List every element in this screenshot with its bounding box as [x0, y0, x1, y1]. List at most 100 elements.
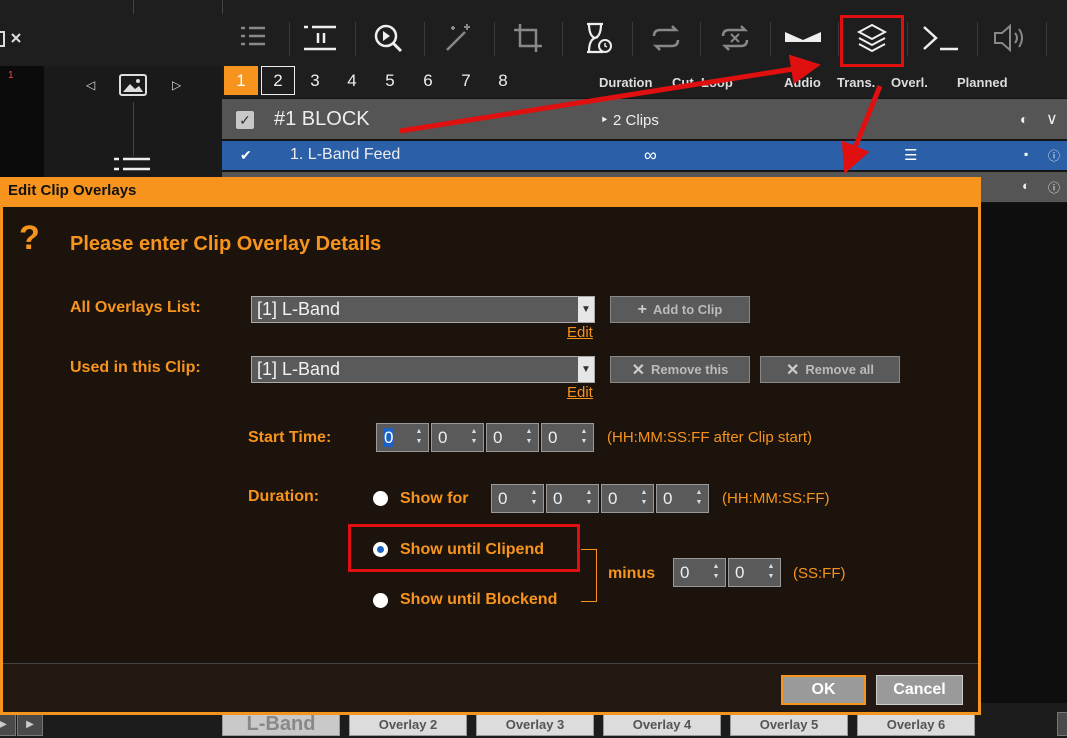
search-icon[interactable]: [370, 20, 406, 56]
remove-this-button[interactable]: ✕ Remove this: [610, 356, 750, 383]
show-until-clipend-label[interactable]: Show until Clipend: [400, 541, 544, 559]
crop-icon[interactable]: [510, 20, 546, 56]
page-tab-8[interactable]: 8: [486, 66, 520, 95]
page-tab-5[interactable]: 5: [373, 66, 407, 95]
overlay-button-5[interactable]: Overlay 5: [730, 712, 848, 736]
spinner-arrows-icon[interactable]: ▲ ▼: [711, 562, 721, 582]
spinner-arrows-icon[interactable]: ▲ ▼: [766, 562, 776, 582]
column-planned[interactable]: Planned: [957, 75, 1008, 90]
half-circle-icon[interactable]: ◐: [1022, 178, 1030, 193]
loop-icon[interactable]: [648, 20, 684, 56]
pause-list-icon[interactable]: [302, 20, 338, 56]
dialog-body: ? Please enter Clip Overlay Details All …: [3, 207, 978, 712]
mute-icon[interactable]: [0, 24, 26, 54]
column-duration[interactable]: Duration: [599, 75, 652, 90]
all-overlays-select[interactable]: [1] L-Band ▼: [251, 296, 595, 323]
column-cut[interactable]: Cut: [672, 75, 694, 90]
minus-seconds[interactable]: 0 ▲ ▼: [673, 558, 726, 587]
start-time-hours[interactable]: 0 ▲ ▼: [376, 423, 429, 452]
ok-button[interactable]: OK: [781, 675, 866, 705]
minus-hint: (SS:FF): [793, 565, 846, 582]
column-audio[interactable]: Audio: [784, 75, 821, 90]
show-until-blockend-radio[interactable]: [373, 593, 388, 608]
block-row[interactable]: ✓ #1 BLOCK ‣ 2 Clips ◐ ∨: [222, 99, 1067, 139]
show-for-label[interactable]: Show for: [400, 490, 468, 508]
start-time-minutes[interactable]: 0 ▲ ▼: [431, 423, 484, 452]
info-icon[interactable]: ⓘ: [1048, 179, 1060, 196]
edit-used-link[interactable]: Edit: [567, 384, 593, 401]
layers-highlight: [840, 15, 904, 67]
spinner-arrows-icon[interactable]: ▲ ▼: [524, 427, 534, 447]
overlay-button-3[interactable]: Overlay 3: [476, 712, 594, 736]
spinner-arrows-icon[interactable]: ▲ ▼: [584, 488, 594, 508]
minus-frames[interactable]: 0 ▲ ▼: [728, 558, 781, 587]
chevron-down-icon[interactable]: ▼: [578, 297, 594, 322]
overlay-button-4[interactable]: Overlay 4: [603, 712, 721, 736]
edit-overlays-link[interactable]: Edit: [567, 324, 593, 341]
overlay-button-1[interactable]: L-Band: [222, 712, 340, 736]
spinner-arrows-icon[interactable]: ▲ ▼: [414, 427, 424, 447]
transition-icon[interactable]: [785, 20, 821, 56]
overlay-button-2[interactable]: Overlay 2: [349, 712, 467, 736]
spinner-arrows-icon[interactable]: ▲ ▼: [694, 488, 704, 508]
shuffle-off-icon[interactable]: [717, 20, 753, 56]
page-tabs: 1 2 3 4 5 6 7 8 Duration Cut Loop Audio …: [222, 66, 1067, 98]
prev-button[interactable]: ▶: [0, 712, 16, 736]
remove-all-button[interactable]: ✕ Remove all: [760, 356, 900, 383]
show-for-minutes[interactable]: 0 ▲ ▼: [546, 484, 599, 513]
magic-wand-icon[interactable]: [441, 20, 477, 56]
list-icon[interactable]: [234, 20, 270, 56]
column-overl[interactable]: Overl.: [891, 75, 928, 90]
page-tab-1[interactable]: 1: [224, 66, 258, 95]
question-icon: ?: [19, 219, 40, 257]
block-clip-count[interactable]: ‣ 2 Clips: [600, 111, 659, 129]
start-time-label: Start Time:: [248, 429, 332, 446]
show-for-seconds[interactable]: 0 ▲ ▼: [601, 484, 654, 513]
dialog-footer: OK Cancel: [3, 663, 978, 712]
volume-icon[interactable]: [992, 20, 1028, 56]
play-button[interactable]: ▶: [17, 712, 43, 736]
toolbar-separator: [222, 0, 223, 14]
add-to-clip-button[interactable]: + Add to Clip: [610, 296, 750, 323]
show-until-blockend-label[interactable]: Show until Blockend: [400, 591, 557, 609]
page-tab-3[interactable]: 3: [298, 66, 332, 95]
show-for-radio[interactable]: [373, 491, 388, 506]
page-tab-2[interactable]: 2: [261, 66, 295, 95]
next-icon[interactable]: ▷: [172, 78, 181, 92]
page-tab-6[interactable]: 6: [411, 66, 445, 95]
prev-icon[interactable]: ◁: [86, 78, 95, 92]
overlay-button-6[interactable]: Overlay 6: [857, 712, 975, 736]
toolbar-divider: [494, 22, 495, 56]
next-button[interactable]: [1057, 712, 1067, 736]
start-time-frames[interactable]: 0 ▲ ▼: [541, 423, 594, 452]
used-in-clip-select[interactable]: [1] L-Band ▼: [251, 356, 595, 383]
spinner-arrows-icon[interactable]: ▲ ▼: [529, 488, 539, 508]
column-trans[interactable]: Trans.: [837, 75, 875, 90]
spinner-arrows-icon[interactable]: ▲ ▼: [639, 488, 649, 508]
page-tab-4[interactable]: 4: [335, 66, 369, 95]
column-loop[interactable]: Loop: [701, 75, 733, 90]
minus-seconds-value: 0: [680, 563, 690, 582]
start-time-seconds[interactable]: 0 ▲ ▼: [486, 423, 539, 452]
cancel-button[interactable]: Cancel: [876, 675, 963, 705]
spinner-arrows-icon[interactable]: ▲ ▼: [469, 427, 479, 447]
info-icon[interactable]: ⓘ: [1048, 147, 1060, 164]
chevron-down-icon[interactable]: ▼: [578, 357, 594, 382]
square-icon[interactable]: ▪: [1024, 147, 1028, 161]
toolbar-divider: [977, 22, 978, 56]
terminal-icon[interactable]: [922, 20, 958, 56]
overlay-menu-icon[interactable]: ☰: [904, 146, 917, 164]
block-checkbox[interactable]: ✓: [236, 111, 254, 129]
show-until-clipend-radio[interactable]: [373, 542, 388, 557]
page-tab-7[interactable]: 7: [449, 66, 483, 95]
show-for-hours[interactable]: 0 ▲ ▼: [491, 484, 544, 513]
image-icon[interactable]: [119, 74, 147, 96]
chevron-down-icon[interactable]: ∨: [1046, 109, 1058, 129]
show-for-frames[interactable]: 0 ▲ ▼: [656, 484, 709, 513]
start-time-hint: (HH:MM:SS:FF after Clip start): [607, 429, 813, 446]
spinner-arrows-icon[interactable]: ▲ ▼: [579, 427, 589, 447]
toolbar-divider: [700, 22, 701, 56]
hourglass-clock-icon[interactable]: [579, 20, 615, 56]
half-circle-icon[interactable]: ◐: [1020, 111, 1028, 127]
clip-row[interactable]: ✔ 1. L-Band Feed ∞ ☰ ▪ ⓘ: [222, 141, 1067, 170]
